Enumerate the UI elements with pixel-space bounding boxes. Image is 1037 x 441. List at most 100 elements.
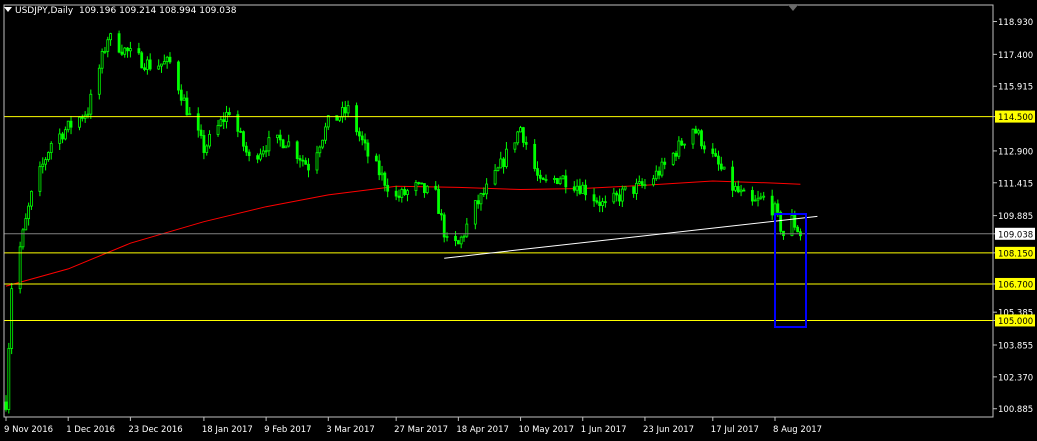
candle xyxy=(425,185,429,195)
candle-body xyxy=(403,189,407,195)
candle xyxy=(188,107,192,116)
candle xyxy=(165,55,169,69)
ohlc-values: 109.196 109.214 108.994 109.038 xyxy=(78,6,237,16)
candle-body xyxy=(459,236,463,245)
candle-body xyxy=(343,107,347,114)
candle xyxy=(123,46,127,58)
candle-body xyxy=(27,205,31,220)
candle xyxy=(479,192,483,211)
candle-body xyxy=(657,170,661,176)
candle xyxy=(683,143,686,149)
candle xyxy=(663,157,667,170)
candle-body xyxy=(694,128,698,134)
candle xyxy=(541,177,545,180)
candle-body xyxy=(377,160,381,176)
candle-body xyxy=(216,125,220,135)
candle xyxy=(473,200,477,230)
candle xyxy=(148,53,152,71)
candle xyxy=(21,228,25,250)
candle-body xyxy=(97,67,101,95)
candle xyxy=(49,141,53,160)
candle xyxy=(417,181,421,186)
candle xyxy=(386,178,390,198)
trendline[interactable] xyxy=(444,215,818,259)
price-chart[interactable]: 118.930 117.400 115.915 114.500 112.900 111.4… xyxy=(0,0,1037,441)
candle xyxy=(287,134,291,148)
candle-body xyxy=(179,89,183,101)
candle-body xyxy=(267,137,271,152)
candle-body xyxy=(358,131,361,137)
candle-body xyxy=(168,56,172,63)
candle-body xyxy=(24,218,28,231)
candle-body xyxy=(581,184,585,194)
candle xyxy=(731,160,734,198)
candle xyxy=(437,184,440,214)
candle-body xyxy=(326,115,330,128)
candle-body xyxy=(199,129,203,136)
candle-body xyxy=(485,183,489,195)
candle-body xyxy=(462,235,466,238)
candle xyxy=(719,156,723,172)
candle-body xyxy=(80,116,84,119)
candle xyxy=(177,60,180,95)
candle xyxy=(281,138,285,149)
candle-body xyxy=(482,193,486,195)
candle-body xyxy=(654,170,658,180)
candle-body xyxy=(383,172,387,186)
candle xyxy=(499,151,503,169)
candle-body xyxy=(157,65,161,70)
date-axis-label: 18 Apr 2017 xyxy=(456,425,509,435)
candle xyxy=(267,130,271,156)
candle-body xyxy=(284,145,288,149)
candle xyxy=(202,130,206,160)
candle xyxy=(244,141,248,156)
candle xyxy=(462,234,466,242)
candle-body xyxy=(165,56,169,62)
candle-body xyxy=(363,139,367,144)
candle xyxy=(671,152,675,166)
candle xyxy=(400,187,404,203)
chart-shift-marker-icon[interactable] xyxy=(788,5,798,11)
candle xyxy=(321,139,325,150)
candle xyxy=(256,153,260,164)
candle xyxy=(338,116,342,123)
candle-body xyxy=(564,175,568,188)
candle xyxy=(117,30,121,54)
candle xyxy=(513,142,517,153)
candle-body xyxy=(697,130,701,134)
candle xyxy=(58,128,62,151)
candle xyxy=(538,169,542,183)
candle-body xyxy=(615,192,619,196)
candle-body xyxy=(264,150,268,153)
dropdown-arrow-icon[interactable] xyxy=(4,7,12,12)
candle-body xyxy=(575,185,579,191)
candle-body xyxy=(663,161,667,165)
candle-body xyxy=(400,189,404,198)
candle-body xyxy=(479,193,483,205)
candle xyxy=(162,54,166,65)
candle-body xyxy=(143,67,146,70)
candle xyxy=(485,178,489,200)
candle xyxy=(581,182,585,194)
candle-body xyxy=(618,194,621,202)
candle-body xyxy=(555,178,559,184)
candle-body xyxy=(86,113,90,116)
candle-body xyxy=(601,201,604,206)
candle-body xyxy=(406,190,409,195)
candle xyxy=(66,120,70,133)
chart-window[interactable]: 118.930 117.400 115.915 114.500 112.900 111.4… xyxy=(0,0,1037,441)
candle xyxy=(27,202,31,226)
candle-body xyxy=(177,61,180,91)
candle xyxy=(236,110,240,138)
candle-body xyxy=(380,172,384,176)
candle-body xyxy=(756,197,760,201)
date-axis-label: 3 Mar 2017 xyxy=(326,425,374,435)
candle-body xyxy=(66,120,70,131)
candle xyxy=(742,187,746,192)
candle-body xyxy=(386,184,390,192)
date-axis-label: 18 Jan 2017 xyxy=(202,425,253,435)
candle xyxy=(536,161,539,182)
candle xyxy=(137,42,141,55)
candle xyxy=(459,235,463,249)
candle xyxy=(680,138,684,146)
